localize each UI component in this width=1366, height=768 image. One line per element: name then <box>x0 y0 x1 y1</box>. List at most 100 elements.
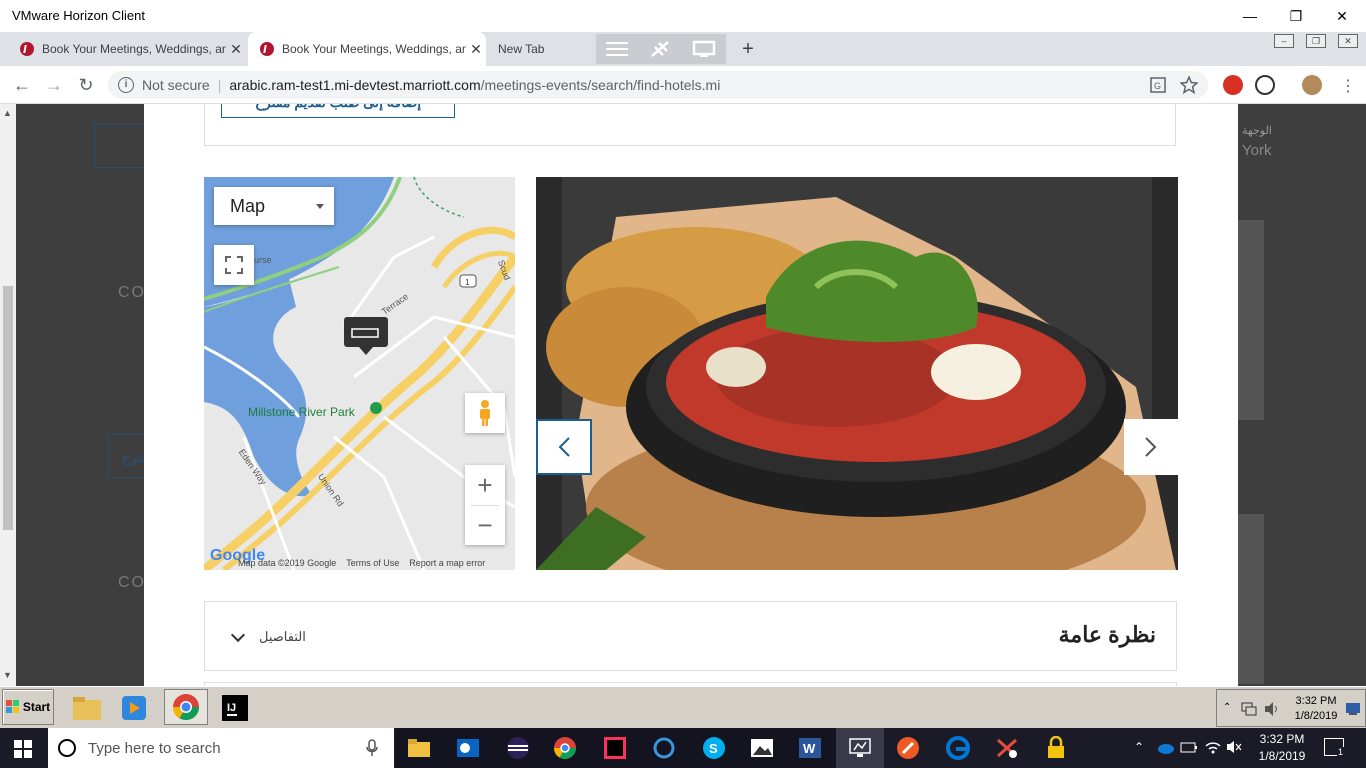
chrome-menu-icon[interactable]: ⋮ <box>1340 76 1356 96</box>
url-path: /meetings-events/search/find-hotels.mi <box>480 77 721 93</box>
chrome-taskbar-button[interactable] <box>164 689 208 725</box>
onedrive-icon[interactable] <box>1156 740 1174 754</box>
park-label: Millstone River Park <box>248 405 355 419</box>
forward-button[interactable]: → <box>40 72 68 98</box>
background-ghost-text: CO <box>118 574 146 591</box>
battery-icon[interactable] <box>1180 740 1198 754</box>
map-footer: Map data ©2019 Google Terms of Use Repor… <box>204 556 515 570</box>
volume-icon[interactable] <box>1263 701 1279 717</box>
street-view-pegman[interactable] <box>465 393 505 433</box>
intellij-icon[interactable]: IJ <box>218 691 252 725</box>
scrollbar-thumb[interactable] <box>3 286 13 530</box>
zoom-in-button[interactable]: + <box>477 465 492 505</box>
close-tab-icon[interactable]: ✕ <box>226 41 246 58</box>
wifi-icon[interactable] <box>1204 738 1222 756</box>
overview-heading: نظرة عامة <box>1058 622 1156 647</box>
security-label: Not secure <box>142 77 210 93</box>
chrome-taskbar-icon[interactable] <box>553 736 577 760</box>
tab-book-meetings-1[interactable]: Book Your Meetings, Weddings, and ✕ <box>8 32 246 66</box>
destination-value: York <box>1242 142 1272 159</box>
minimize-button[interactable]: — <box>1230 4 1270 28</box>
scroll-down-icon[interactable]: ▼ <box>3 670 12 680</box>
close-tab-icon[interactable]: ✕ <box>466 41 486 58</box>
media-player-icon[interactable] <box>117 691 151 725</box>
remote-clock[interactable]: 3:32 PM 1/8/2019 <box>1291 694 1341 724</box>
background-thumbnail <box>1238 514 1264 684</box>
map-type-select[interactable]: Map <box>214 187 334 225</box>
back-button[interactable]: ← <box>8 72 36 98</box>
menu-icon[interactable] <box>606 42 629 56</box>
system-clock[interactable]: 3:32 PM 1/8/2019 <box>1256 731 1308 765</box>
dropdown-caret-icon <box>316 204 324 209</box>
scroll-up-icon[interactable]: ▲ <box>3 108 12 118</box>
windows-taskbar: Type here to search S W ⌃ 3:32 PM 1/8/20… <box>0 728 1366 768</box>
overview-section[interactable]: نظرة عامة التفاصيل <box>204 601 1177 671</box>
photos-icon[interactable] <box>750 736 774 760</box>
network-icon[interactable] <box>1241 702 1257 716</box>
bookmark-star-icon[interactable] <box>1180 76 1198 94</box>
restore-button[interactable]: ❐ <box>1276 4 1316 28</box>
windows-search-box[interactable]: Type here to search <box>48 728 394 768</box>
vmware-horizon-taskbar-button[interactable] <box>836 728 884 768</box>
tab-new-tab[interactable]: New Tab <box>490 32 594 66</box>
security-lock-icon[interactable] <box>1044 736 1068 760</box>
cortana-app-icon[interactable] <box>652 736 676 760</box>
remote-clock-time: 3:32 PM <box>1295 695 1337 707</box>
disconnect-icon[interactable] <box>649 39 671 59</box>
clock-time: 3:32 PM <box>1259 732 1305 746</box>
file-explorer-taskbar-icon[interactable] <box>407 736 431 760</box>
postman-icon[interactable] <box>896 736 920 760</box>
snipping-tool-icon[interactable] <box>995 736 1019 760</box>
word-icon[interactable]: W <box>798 736 822 760</box>
report-map-error-link[interactable]: Report a map error <box>409 558 485 568</box>
remote-taskbar: Start IJ ⌃ 3:32 PM 1/8/2019 <box>0 686 1366 728</box>
tab-title: New Tab <box>498 42 545 56</box>
show-desktop-icon[interactable] <box>1345 702 1361 716</box>
food-photo <box>536 177 1178 570</box>
translate-icon[interactable]: G <box>1150 77 1166 93</box>
display-icon[interactable] <box>692 39 716 59</box>
action-center-icon[interactable]: 1 <box>1324 738 1345 757</box>
hotel-map[interactable]: 1 Map + − Millstone River Park Eden Way … <box>204 177 515 570</box>
fullscreen-button[interactable] <box>214 245 254 285</box>
show-hidden-icons[interactable]: ⌃ <box>1223 702 1231 713</box>
reload-button[interactable]: ↻ <box>72 72 100 98</box>
remote-minimize-button[interactable]: – <box>1274 34 1294 48</box>
page-scrollbar[interactable]: ▲ ▼ <box>0 104 16 686</box>
url-text: arabic.ram-test1.mi-devtest.marriott.com… <box>229 77 720 93</box>
info-icon[interactable]: i <box>118 77 134 93</box>
windows-start-icon[interactable] <box>14 740 32 758</box>
eclipse-icon[interactable] <box>506 736 530 760</box>
volume-muted-icon[interactable] <box>1226 740 1242 754</box>
terms-of-use-link[interactable]: Terms of Use <box>346 558 399 568</box>
outlook-icon[interactable] <box>456 736 480 760</box>
edge-icon[interactable] <box>946 736 970 760</box>
skype-icon[interactable]: S <box>702 736 726 760</box>
chevron-down-icon[interactable] <box>230 627 246 643</box>
address-bar[interactable]: i Not secure | arabic.ram-test1.mi-devte… <box>108 71 1208 99</box>
add-to-rfp-button[interactable]: إضافة إلى طلب تقديم مقترح <box>221 104 455 118</box>
remote-start-button[interactable]: Start <box>2 689 54 725</box>
tab-book-meetings-2[interactable]: Book Your Meetings, Weddings, and ✕ <box>248 32 486 66</box>
extension-s-icon[interactable] <box>1223 75 1243 95</box>
clock-date: 1/8/2019 <box>1258 749 1306 763</box>
new-tab-button[interactable]: + <box>738 38 758 60</box>
tab-title: Book Your Meetings, Weddings, and <box>42 42 226 56</box>
close-window-button[interactable]: ✕ <box>1322 4 1362 28</box>
details-toggle[interactable]: التفاصيل <box>259 629 306 645</box>
file-explorer-icon[interactable] <box>70 691 104 725</box>
intellij-taskbar-icon[interactable] <box>603 736 627 760</box>
extension-w-icon[interactable] <box>1255 75 1275 95</box>
carousel-next-button[interactable] <box>1124 419 1178 475</box>
remote-restore-button[interactable]: ❐ <box>1306 34 1326 48</box>
vmware-title-bar: VMware Horizon Client — ❐ ✕ <box>0 0 1366 32</box>
remote-system-tray: ⌃ 3:32 PM 1/8/2019 <box>1216 689 1366 727</box>
show-hidden-icons-up[interactable]: ⌃ <box>1134 740 1144 754</box>
profile-avatar[interactable] <box>1302 75 1322 95</box>
destination-label: الوجهة <box>1242 125 1272 137</box>
zoom-out-button[interactable]: − <box>477 506 492 545</box>
microphone-icon[interactable] <box>366 739 378 757</box>
carousel-prev-button[interactable] <box>536 419 592 475</box>
remote-close-button[interactable]: ✕ <box>1338 34 1358 48</box>
vmware-floating-toolbar[interactable] <box>596 34 726 64</box>
